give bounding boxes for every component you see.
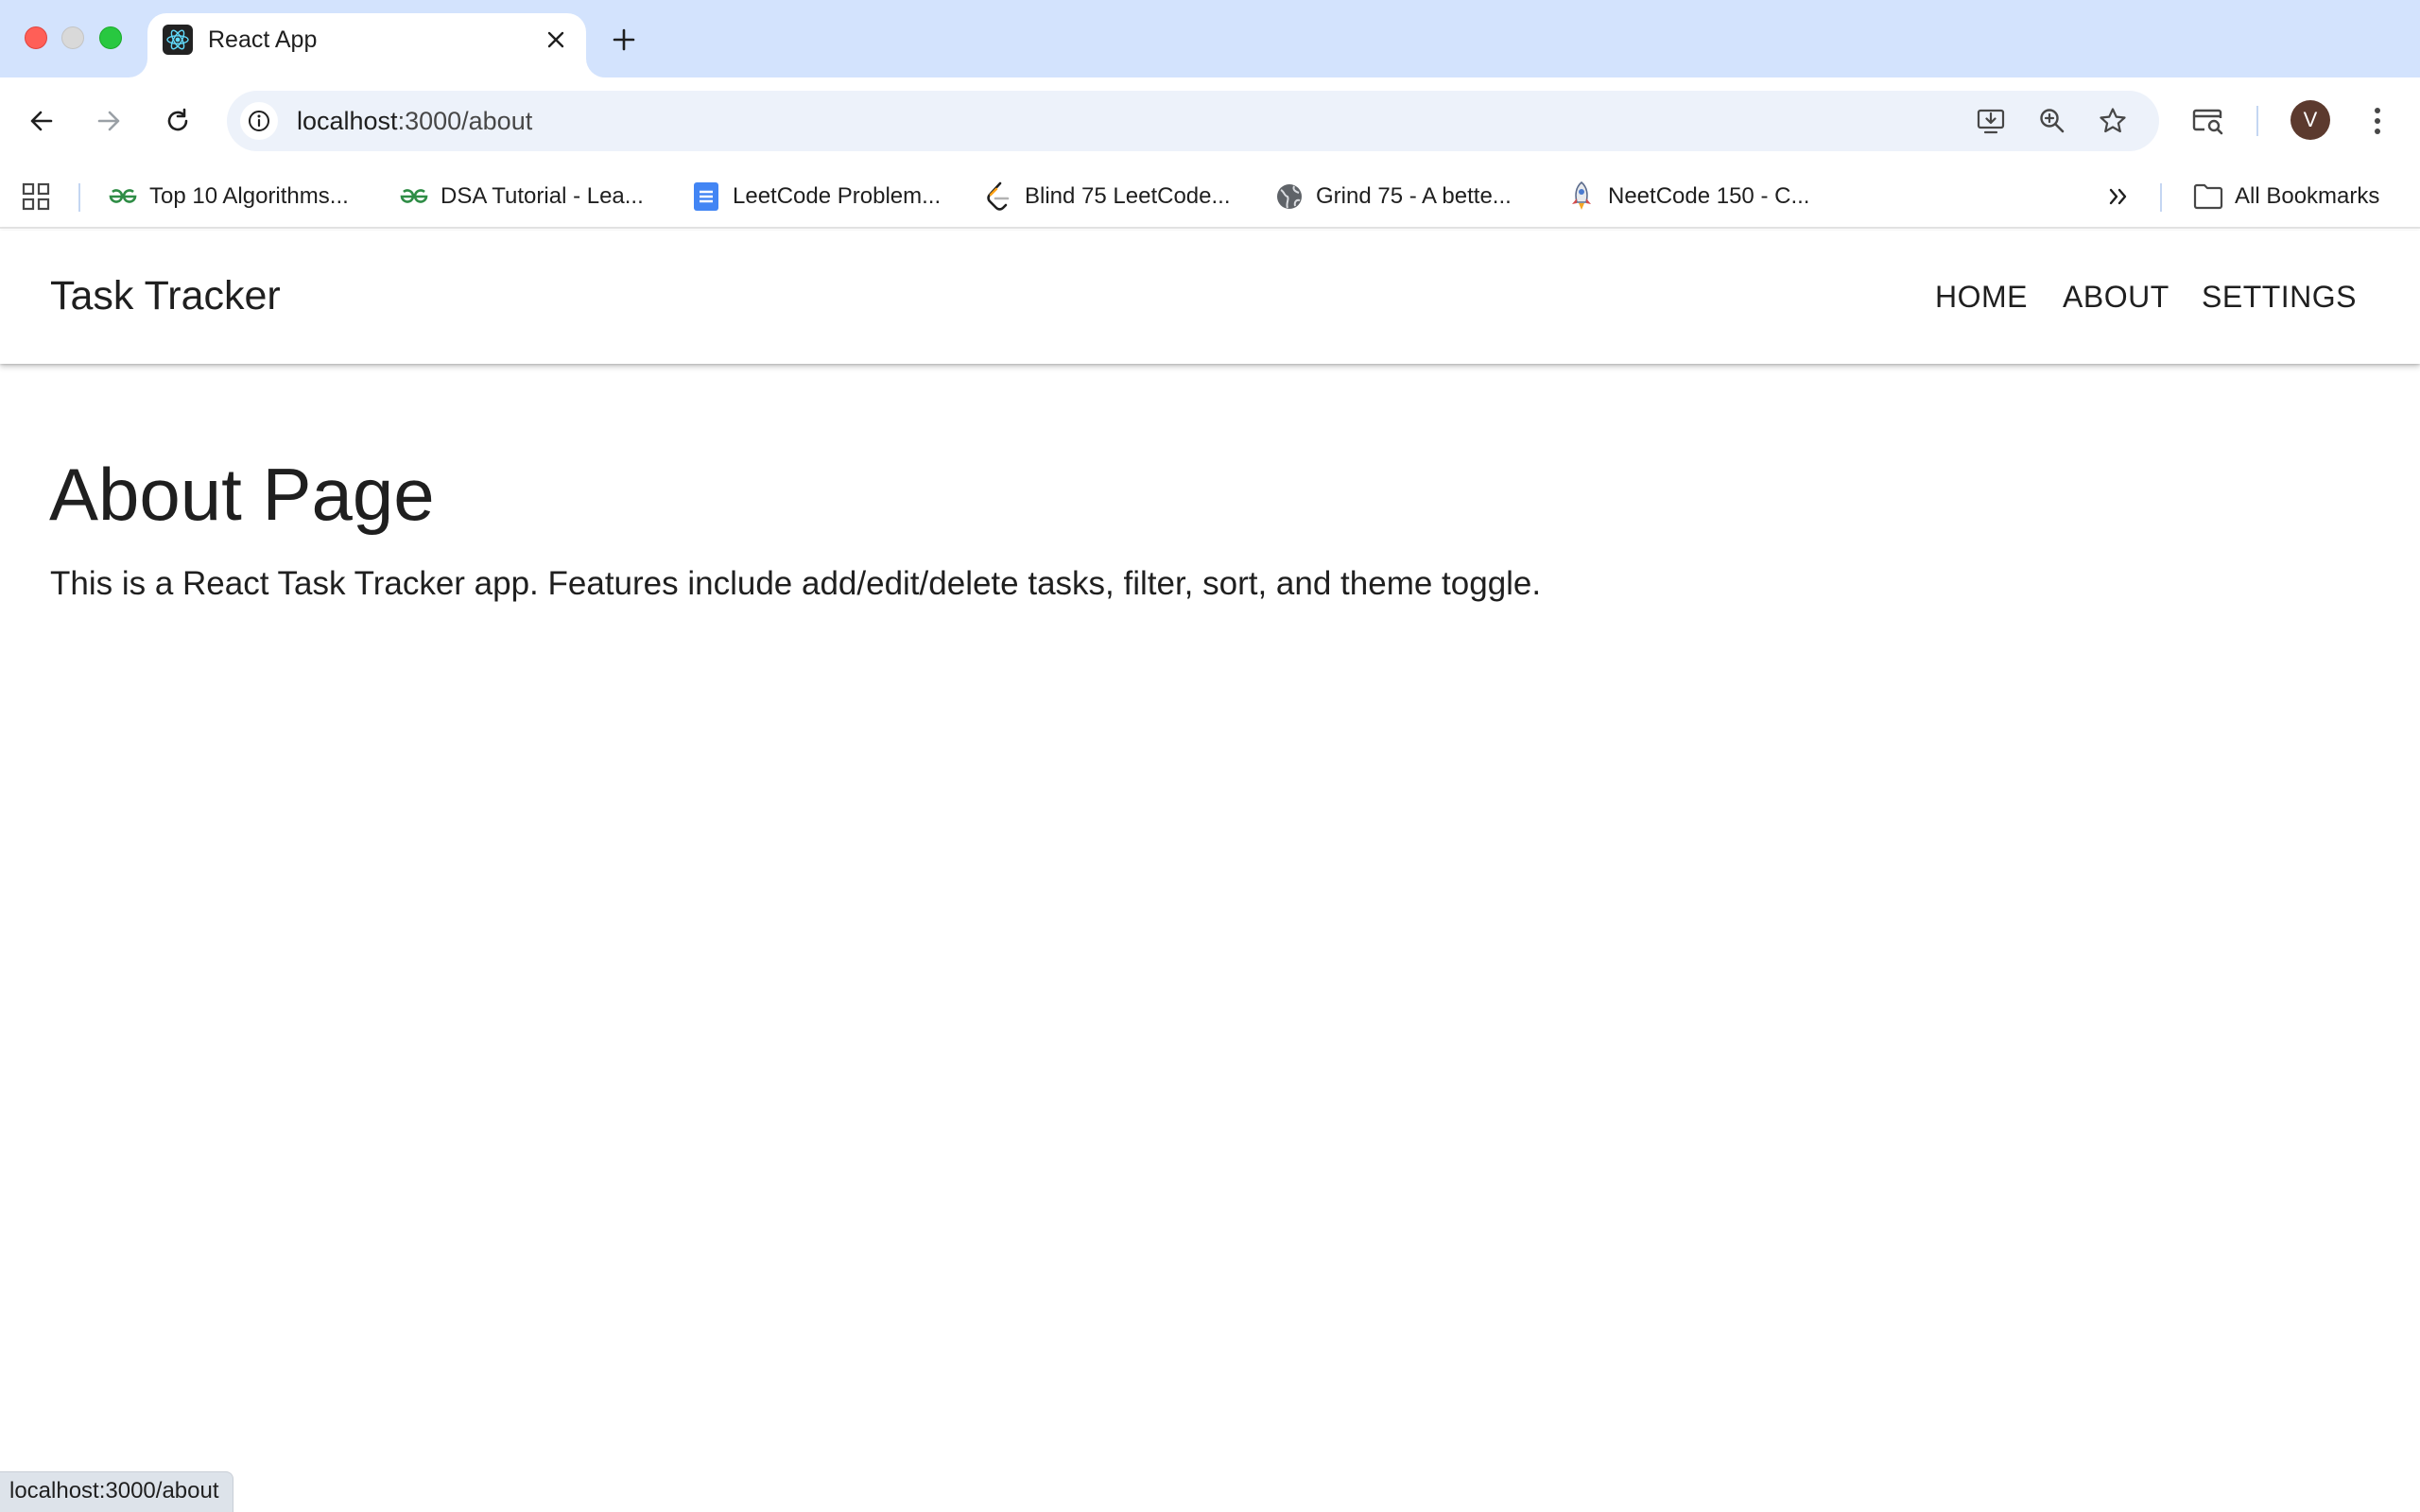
nav-link-about[interactable]: ABOUT — [2063, 280, 2169, 315]
install-app-icon[interactable] — [1972, 102, 2010, 140]
toolbar-divider — [2256, 106, 2258, 136]
close-tab-icon[interactable] — [539, 23, 573, 57]
back-arrow-icon[interactable] — [19, 98, 64, 144]
address-bar[interactable]: localhost:3000/about — [227, 91, 2159, 151]
zoom-icon[interactable] — [2033, 102, 2071, 140]
globe-icon — [1274, 181, 1305, 212]
leetcode-icon — [983, 181, 1013, 212]
more-bookmarks-chevron-icon[interactable] — [2106, 178, 2131, 215]
apps-grid-icon[interactable] — [21, 178, 51, 215]
nav-link-settings[interactable]: SETTINGS — [2202, 280, 2357, 315]
maximize-window-button[interactable] — [99, 26, 122, 49]
all-bookmarks-button[interactable]: All Bookmarks — [2193, 178, 2379, 215]
bookmark-label: NeetCode 150 - C... — [1608, 183, 1810, 209]
geeksforgeeks-icon — [108, 181, 138, 212]
close-window-button[interactable] — [25, 26, 47, 49]
minimize-window-button[interactable] — [61, 26, 84, 49]
site-info-icon[interactable] — [240, 102, 278, 140]
bookmark-label: DSA Tutorial - Lea... — [441, 183, 644, 209]
bookmark-item[interactable]: DSA Tutorial - Lea... — [399, 178, 644, 215]
tab-title: React App — [208, 26, 318, 53]
address-url[interactable]: localhost:3000/about — [297, 107, 532, 136]
reload-icon[interactable] — [155, 98, 200, 144]
bookmarks-divider — [2160, 183, 2162, 212]
bookmark-item[interactable]: NeetCode 150 - C... — [1566, 178, 1809, 215]
bookmark-item[interactable]: Top 10 Algorithms... — [108, 178, 349, 215]
app-brand[interactable]: Task Tracker — [50, 273, 281, 319]
tab-strip: React App — [0, 0, 2420, 77]
url-host: localhost — [297, 107, 398, 135]
profile-avatar[interactable]: V — [2290, 100, 2330, 140]
bookmark-star-icon[interactable] — [2094, 102, 2132, 140]
bookmark-label: Grind 75 - A bette... — [1316, 183, 1512, 209]
all-bookmarks-label: All Bookmarks — [2235, 183, 2380, 209]
more-menu-icon[interactable] — [2355, 98, 2400, 144]
geeksforgeeks-icon — [399, 181, 429, 212]
rocket-icon — [1566, 181, 1597, 212]
browser-toolbar: localhost:3000/about V — [0, 77, 2420, 164]
nav-link-home[interactable]: HOME — [1935, 280, 2028, 315]
react-icon — [163, 25, 193, 55]
link-status-bubble: localhost:3000/about — [0, 1471, 233, 1512]
bookmark-item[interactable]: LeetCode Problem... — [691, 178, 941, 215]
page-title: About Page — [49, 453, 435, 536]
folder-icon — [2193, 181, 2223, 212]
forward-arrow-icon[interactable] — [86, 98, 131, 144]
browser-tab[interactable]: React App — [147, 13, 586, 77]
bookmark-label: Top 10 Algorithms... — [149, 183, 349, 209]
bookmark-label: Blind 75 LeetCode... — [1025, 183, 1231, 209]
bookmark-item[interactable]: Grind 75 - A bette... — [1274, 178, 1512, 215]
bookmarks-divider — [78, 183, 80, 212]
tab-search-icon[interactable] — [2186, 98, 2231, 144]
url-path: :3000/about — [397, 107, 533, 135]
bookmarks-bar: Top 10 Algorithms... DSA Tutorial - Lea.… — [0, 164, 2420, 229]
app-header: Task Tracker HOME ABOUT SETTINGS — [0, 231, 2420, 364]
new-tab-icon[interactable] — [605, 21, 643, 59]
bookmark-item[interactable]: Blind 75 LeetCode... — [983, 178, 1231, 215]
page-description: This is a React Task Tracker app. Featur… — [50, 565, 1542, 602]
google-docs-icon — [691, 181, 721, 212]
bookmark-label: LeetCode Problem... — [733, 183, 942, 209]
